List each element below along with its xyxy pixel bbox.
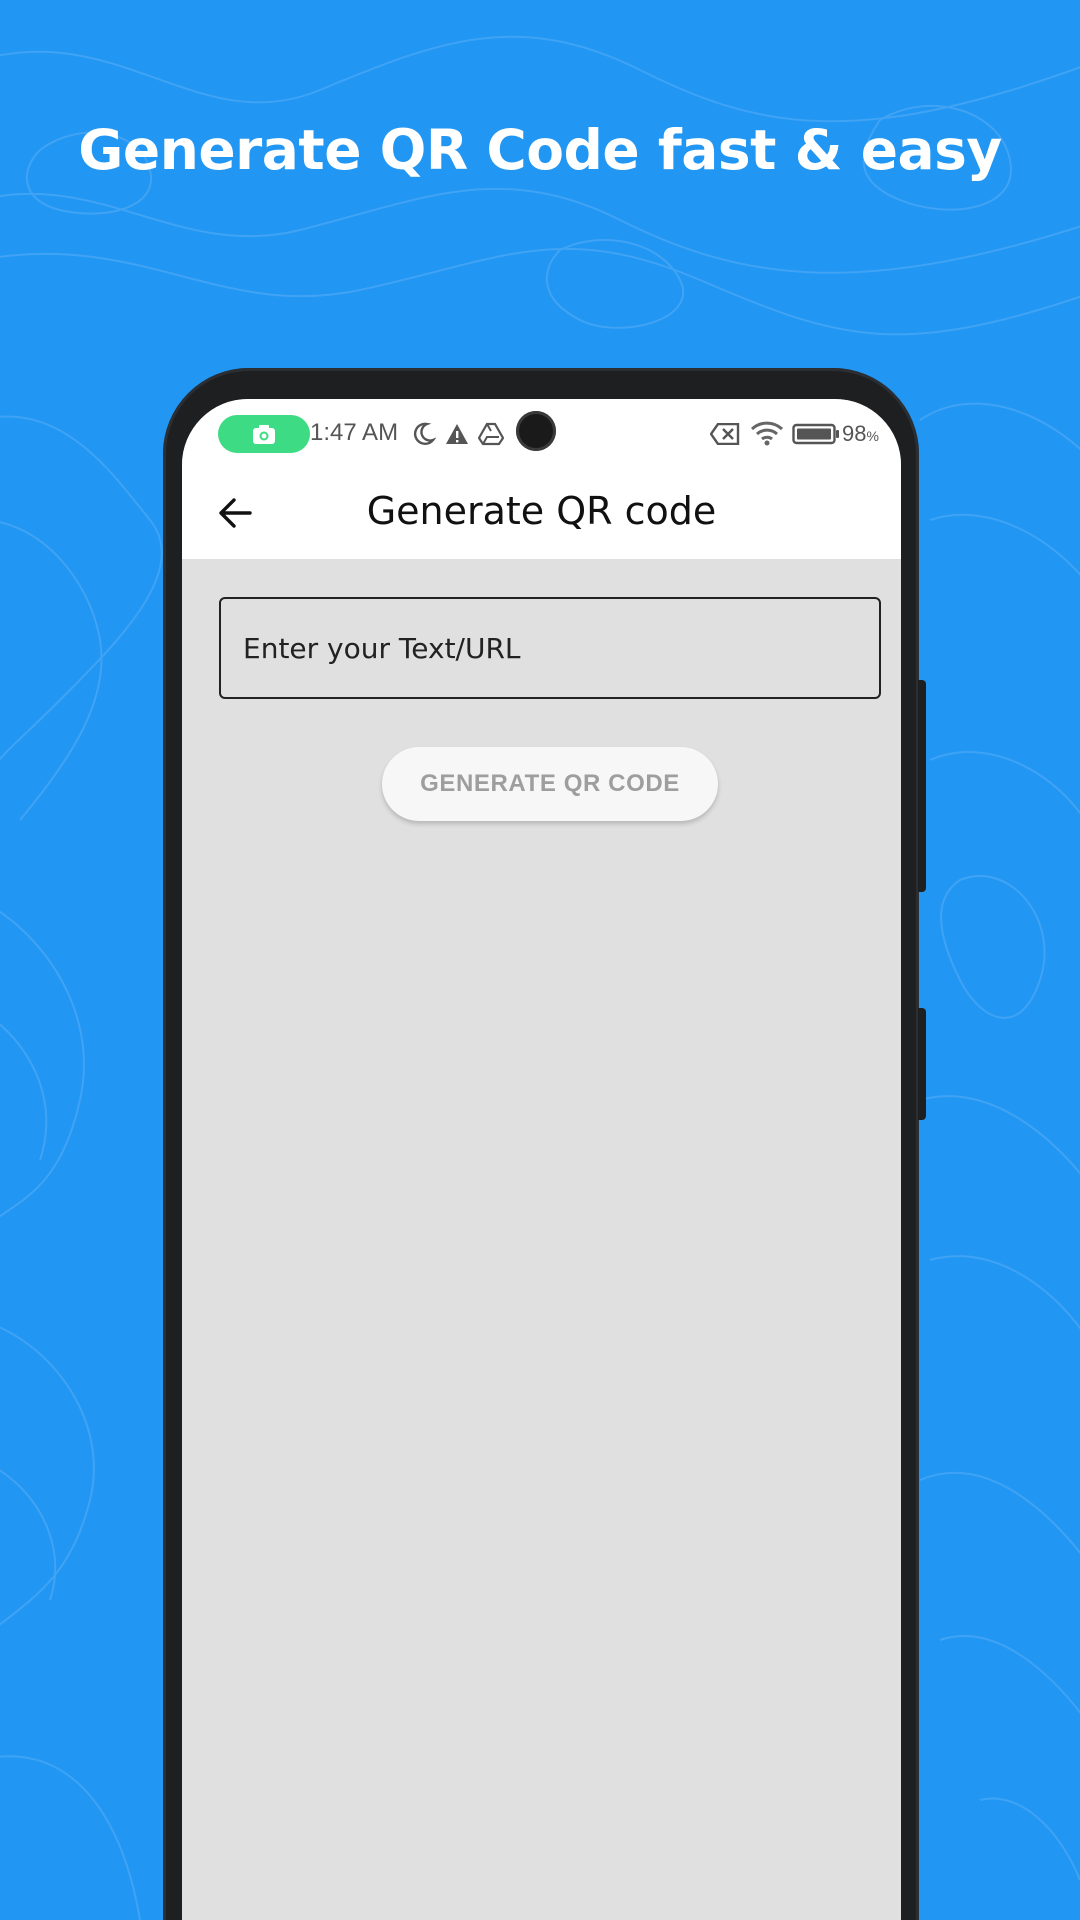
battery-percentage: 98% [842,421,879,447]
screen-record-indicator [218,415,310,453]
power-button [918,1008,926,1120]
page-title: Generate QR code [366,489,717,533]
generate-qr-button[interactable]: GENERATE QR CODE [382,747,718,821]
moon-icon [413,422,436,445]
volume-button [918,680,926,892]
screen-record-icon [253,425,275,444]
no-sim-icon [710,423,740,445]
status-bar: 1:47 AM 98% [182,399,901,469]
battery-unit: % [866,428,879,444]
wifi-icon [750,421,784,446]
app-bar: Generate QR code [182,469,901,559]
text-url-input[interactable] [219,597,881,699]
app-screen: 1:47 AM 98% Generate QR code Enter your … [182,399,901,1920]
warning-icon [446,424,468,444]
front-camera [516,411,556,451]
promo-headline: Generate QR Code fast & easy [78,118,1002,182]
battery-icon [792,423,839,445]
drive-icon [478,422,504,446]
status-time: 1:47 AM [310,419,399,446]
battery-value: 98 [842,421,867,446]
